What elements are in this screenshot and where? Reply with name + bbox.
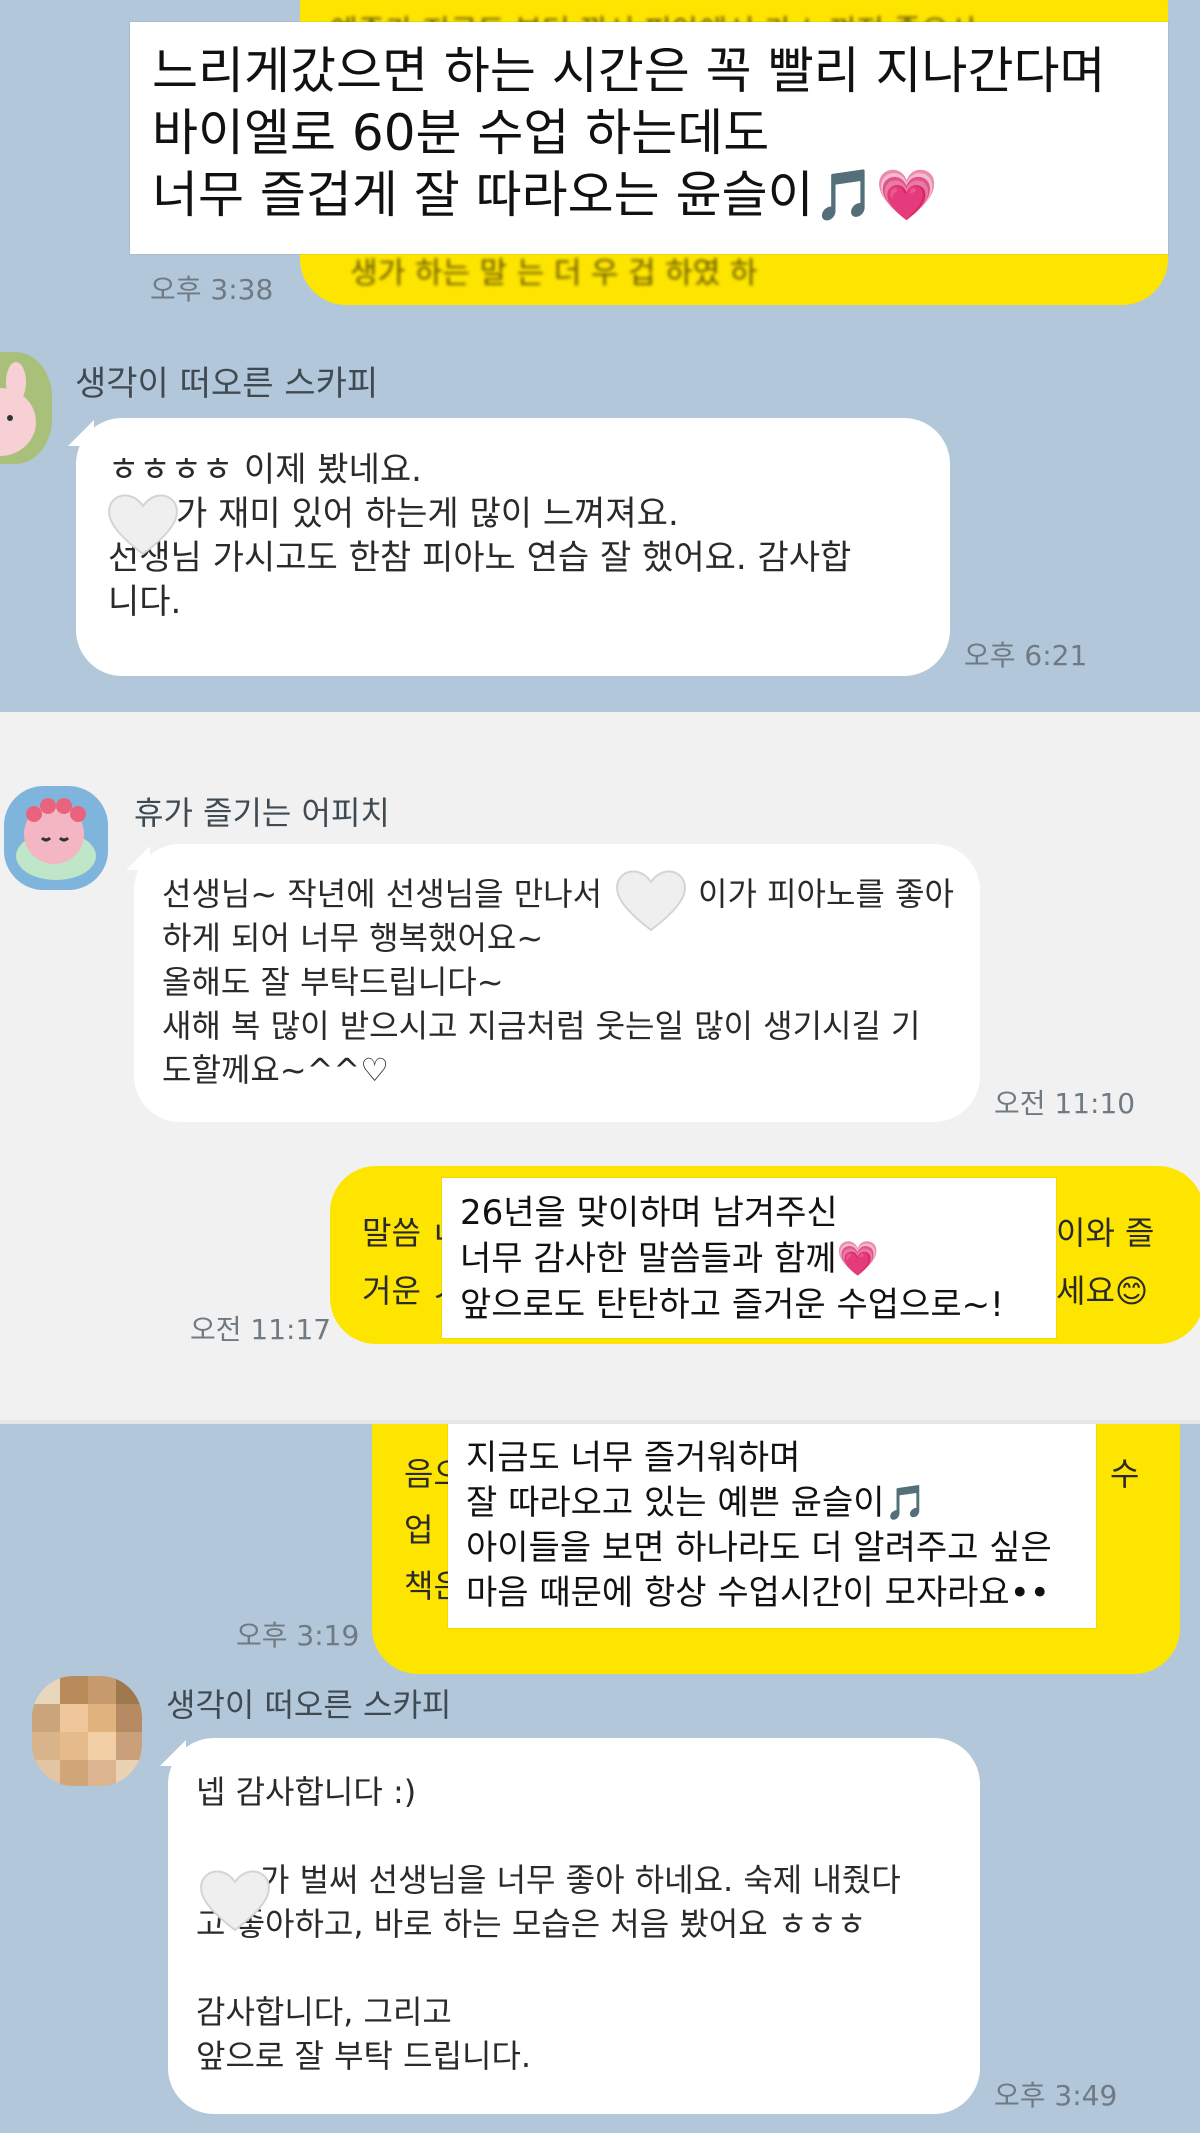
message-time: 오전 11:17 bbox=[190, 1313, 332, 1346]
white-heart-icon bbox=[612, 866, 690, 936]
message-time: 오후 3:49 bbox=[994, 2079, 1118, 2112]
caption-overlay: 지금도 너무 즐거워하며 잘 따라오고 있는 예쁜 윤슬이🎵 아이들을 보면 하… bbox=[448, 1424, 1096, 1628]
message-text-right: 이와 즐 세요😊 bbox=[1056, 1214, 1155, 1310]
apeach-character-icon bbox=[16, 798, 96, 880]
message-text: 넵 감사합니다 :) 가 벌써 선생님을 너무 좋아 하네요. 숙제 내줬다 고… bbox=[196, 1773, 901, 2075]
caption-overlay: 느리게갔으면 하는 시간은 꼭 빨리 지나간다며 바이엘로 60분 수업 하는데… bbox=[130, 22, 1168, 254]
avatar[interactable] bbox=[0, 352, 52, 464]
white-heart-icon bbox=[104, 490, 182, 560]
message-text: 선생님~ 작년에 선생님을 만나서 이가 피아노를 좋아 하게 되어 너무 행복… bbox=[162, 875, 954, 1089]
message-time: 오후 3:19 bbox=[236, 1619, 360, 1652]
message-time: 오전 11:10 bbox=[994, 1087, 1136, 1120]
chat-panel-1: 예주가 지금도 부터 꿔서 피아에서 가 느껴져 좋으시 생가 하는 말 는 더… bbox=[0, 0, 1200, 712]
sender-name: 휴가 즐기는 어피치 bbox=[134, 794, 390, 832]
scarpi-character-icon bbox=[0, 362, 36, 456]
sender-name: 생각이 떠오른 스카피 bbox=[75, 364, 379, 404]
message-text-right: 수 bbox=[1110, 1455, 1140, 1493]
white-heart-icon bbox=[196, 1866, 274, 1936]
avatar[interactable] bbox=[32, 1676, 142, 1786]
chat-panel-2: 휴가 즐기는 어피치 선생님~ 작년에 선생님을 만나서 이가 피아노를 좋아 … bbox=[0, 712, 1200, 1424]
caption-overlay: 26년을 맞이하며 남겨주신 너무 감사한 말씀들과 함께💗 앞으로도 탄탄하고… bbox=[442, 1178, 1056, 1338]
hidden-message-text-2: 생가 하는 말 는 더 우 겁 하였 하 bbox=[350, 256, 758, 291]
avatar[interactable] bbox=[4, 786, 108, 890]
chat-panel-3: 음으 업 ! 책은 수 오후 3:19 지금도 너무 즐거워하며 잘 따라오고 … bbox=[0, 1424, 1200, 2133]
sender-name: 생각이 떠오른 스카피 bbox=[166, 1686, 452, 1724]
message-time: 오후 3:38 bbox=[150, 273, 274, 306]
message-text: ㅎㅎㅎㅎ 이제 봤네요. 가 재미 있어 하는게 많이 느껴져요. 선생님 가시… bbox=[108, 450, 852, 622]
pixelated-profile-icon bbox=[32, 1676, 142, 1786]
message-time: 오후 6:21 bbox=[964, 639, 1088, 672]
